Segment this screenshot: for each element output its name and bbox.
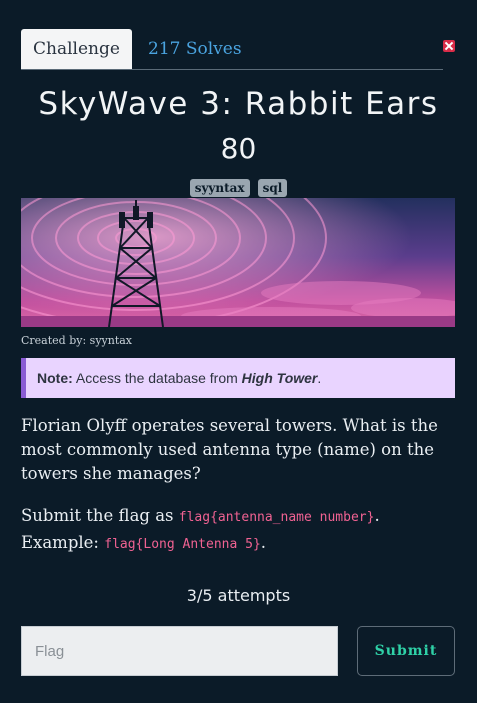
flag-format-end: . — [260, 533, 267, 552]
attempts-counter: 3/5 attempts — [186, 586, 291, 605]
tag-list: syyntax sql — [0, 179, 477, 197]
flag-input[interactable] — [21, 626, 338, 676]
flag-format-code: flag{antenna_name number} — [178, 510, 375, 525]
note-end: . — [317, 370, 322, 386]
tab-solves[interactable]: 217 Solves — [148, 29, 242, 69]
challenge-banner-image — [21, 198, 455, 327]
flag-example-code: flag{Long Antenna 5} — [104, 537, 261, 552]
note-label: Note: — [37, 370, 73, 386]
close-icon[interactable] — [443, 40, 455, 52]
note-text: Access the database from — [75, 370, 238, 386]
radio-tower-illustration — [21, 198, 455, 327]
note-target: High Tower — [241, 370, 318, 386]
created-by: Created by: syyntax — [21, 334, 133, 347]
flag-format-info: Submit the flag as flag{antenna_name num… — [21, 503, 461, 557]
tab-challenge[interactable]: Challenge — [21, 29, 132, 69]
flag-format-prefix: Submit the flag as — [21, 506, 174, 525]
submit-button[interactable]: Submit — [357, 626, 455, 676]
tag-badge: syyntax — [189, 179, 250, 197]
challenge-tabs: Challenge 217 Solves — [21, 29, 443, 70]
challenge-points: 80 — [220, 132, 257, 165]
tag-badge: sql — [257, 179, 288, 197]
challenge-title: SkyWave 3: Rabbit Ears — [38, 86, 439, 122]
note-callout: Note: Access the database from High Towe… — [21, 358, 455, 398]
challenge-description: Florian Olyff operates several towers. W… — [21, 416, 438, 483]
